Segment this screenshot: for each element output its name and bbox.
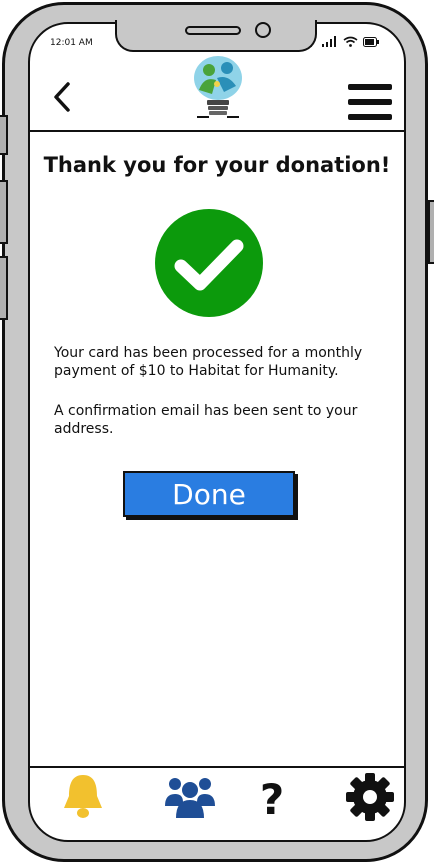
speaker: [185, 26, 241, 35]
confirmation-message: Your card has been processed for a month…: [54, 344, 384, 460]
phone-side-button: [0, 180, 8, 244]
app-logo-icon: [194, 56, 242, 118]
status-icons: [322, 36, 379, 47]
menu-bar: [348, 99, 392, 105]
menu-bar: [348, 114, 392, 120]
hamburger-menu-icon[interactable]: [348, 84, 392, 122]
phone-side-button: [0, 115, 8, 155]
group-icon[interactable]: [165, 772, 215, 822]
done-button[interactable]: Done: [123, 471, 295, 517]
phone-notch: [115, 20, 317, 52]
back-chevron-icon[interactable]: [48, 80, 78, 114]
phone-side-button: [428, 200, 434, 264]
signal-icon: [322, 36, 336, 47]
wifi-icon: [343, 36, 358, 47]
page-title: Thank you for your donation!: [43, 153, 391, 177]
svg-text:?: ?: [260, 775, 284, 822]
camera: [255, 22, 271, 38]
bell-icon[interactable]: [58, 772, 108, 822]
checkmark-circle-icon: [155, 209, 263, 317]
status-time: 12:01 AM: [50, 38, 93, 48]
question-icon[interactable]: ?: [247, 772, 297, 822]
battery-icon: [363, 37, 379, 47]
tabbar-divider: [28, 766, 406, 768]
phone-side-button: [0, 256, 8, 320]
menu-bar: [348, 84, 392, 90]
email-message: A confirmation email has been sent to yo…: [54, 403, 358, 437]
header-divider: [28, 130, 406, 132]
payment-message: Your card has been processed for a month…: [54, 345, 363, 379]
gear-icon[interactable]: [345, 772, 395, 822]
